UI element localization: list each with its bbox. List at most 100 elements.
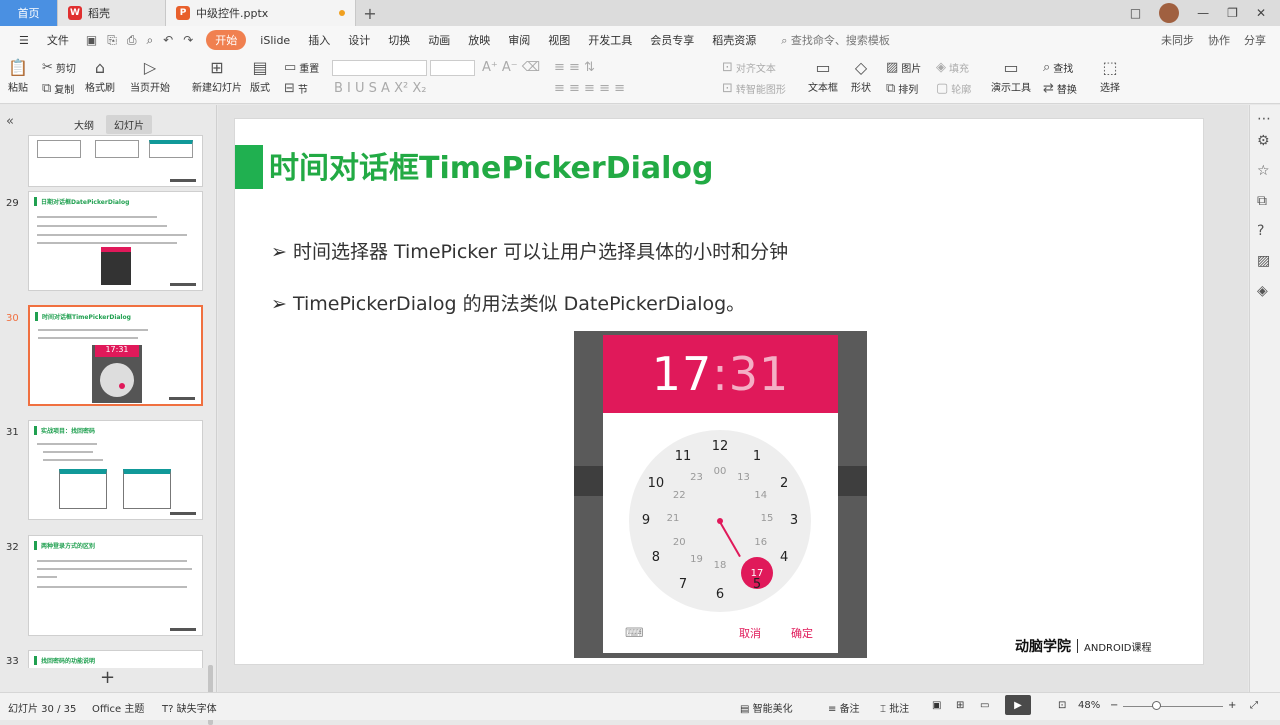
more-icon[interactable]: ⋯: [1257, 111, 1271, 127]
find-button[interactable]: ⌕ 查找: [1043, 60, 1073, 75]
sync-button[interactable]: 未同步: [1161, 32, 1194, 48]
copy-button[interactable]: ⧉ 复制: [42, 81, 74, 96]
new-tab-button[interactable]: +: [356, 0, 384, 26]
font-size-select[interactable]: [430, 60, 475, 76]
minute-text: 31: [728, 347, 790, 401]
clock-hour-9: 9: [641, 513, 651, 528]
bullet-2[interactable]: ➢ TimePickerDialog 的用法类似 DatePickerDialo…: [271, 289, 745, 316]
tab-home[interactable]: 首页: [0, 0, 58, 26]
collab-button[interactable]: 协作: [1208, 32, 1230, 48]
menu-file[interactable]: 文件: [38, 32, 78, 48]
line-spacing-icons[interactable]: ≡ ≡ ⇅: [554, 60, 595, 75]
copy-icon[interactable]: ⧉: [1257, 193, 1267, 209]
menu-member[interactable]: 会员专享: [641, 32, 703, 48]
paste-button[interactable]: 📋 粘贴: [8, 58, 28, 94]
slide-title[interactable]: 时间对话框TimePickerDialog: [269, 143, 714, 187]
arrange-button[interactable]: ⧉ 排列: [886, 81, 918, 96]
slide-thumb-29[interactable]: 日期对话框DatePickerDialog: [28, 191, 203, 291]
slide-thumb-31[interactable]: 实战项目：找回密码: [28, 420, 203, 520]
tab-slides[interactable]: 幻灯片: [106, 115, 152, 134]
menu-transition[interactable]: 切换: [379, 32, 419, 48]
slide-thumb-28[interactable]: [28, 135, 203, 187]
text-format-icons[interactable]: B I U S A X² X₂: [334, 81, 426, 96]
menu-docer[interactable]: 稻壳资源: [703, 32, 765, 48]
location-icon[interactable]: ◈: [1257, 283, 1268, 299]
font-grow-icon[interactable]: A⁺ A⁻ ⌫: [482, 60, 540, 75]
align-icons[interactable]: ≡ ≡ ≡ ≡ ≡: [554, 81, 625, 96]
print-icon[interactable]: ⎙: [127, 33, 137, 48]
notes-button[interactable]: ≡ 备注: [828, 700, 860, 715]
beautify-button[interactable]: ▤ 智能美化: [740, 700, 793, 715]
comments-label: 批注: [889, 704, 910, 715]
view-normal-icon[interactable]: ▣: [932, 700, 941, 711]
format-painter-button[interactable]: ⌂ 格式刷: [85, 58, 115, 94]
zoom-in-icon[interactable]: +: [1228, 700, 1236, 711]
menu-animation[interactable]: 动画: [419, 32, 459, 48]
export-icon[interactable]: ⎘: [107, 33, 117, 48]
save-icon[interactable]: ▣: [86, 33, 97, 48]
replace-button[interactable]: ⇄ 替换: [1043, 81, 1077, 96]
zoom-slider[interactable]: [1123, 706, 1223, 707]
undo-icon[interactable]: ↶: [163, 33, 173, 48]
layout-button[interactable]: ▤ 版式: [250, 58, 270, 94]
shape-button[interactable]: ◇ 形状: [851, 58, 871, 94]
add-slide-button[interactable]: +: [100, 667, 115, 688]
section-button[interactable]: ⊟ 节: [284, 81, 308, 96]
textbox-button[interactable]: ▭ 文本框: [808, 58, 838, 94]
avatar[interactable]: [1159, 3, 1180, 23]
collapse-icon[interactable]: «: [6, 114, 14, 129]
preview-icon[interactable]: ⌕: [146, 33, 153, 48]
view-sorter-icon[interactable]: ⊞: [956, 700, 964, 711]
select-button[interactable]: ⬚ 选择: [1100, 58, 1120, 94]
image-icon[interactable]: ▨: [1257, 253, 1270, 269]
cut-button[interactable]: ✂ 剪切: [42, 60, 76, 75]
menu-islide[interactable]: iSlide: [251, 34, 299, 47]
smart-art-button[interactable]: ⊡ 转智能图形: [722, 81, 786, 96]
menu-insert[interactable]: 插入: [299, 32, 339, 48]
share-button[interactable]: 分享: [1244, 32, 1266, 48]
missing-font-button[interactable]: T? 缺失字体: [162, 700, 217, 715]
layout-icon[interactable]: □: [1130, 6, 1141, 20]
presenter-tools-button[interactable]: ▭ 演示工具: [991, 58, 1031, 94]
fit-icon[interactable]: ⊡: [1058, 700, 1066, 711]
fit-window-icon[interactable]: ⤢: [1250, 700, 1258, 711]
play-from-current-button[interactable]: ▷ 当页开始: [130, 58, 170, 94]
tab-document[interactable]: P 中级控件.pptx: [166, 0, 356, 26]
view-reading-icon[interactable]: ▭: [980, 700, 989, 711]
close-button[interactable]: ✕: [1256, 6, 1266, 20]
menu-design[interactable]: 设计: [339, 32, 379, 48]
time-picker-screenshot[interactable]: 17:31 17 12 1 2 3 4 5 6 7 8 9 10 11 00 13 14 15 16 18 19 20…: [574, 331, 867, 658]
clock-hour-12: 12: [711, 439, 729, 454]
redo-icon[interactable]: ↷: [183, 33, 193, 48]
menu-bar: ☰ 文件 ▣ ⎘ ⎙ ⌕ ↶ ↷ 开始 iSlide 插入 设计 切换 动画 放…: [0, 26, 1280, 54]
play-button[interactable]: ▶: [1005, 695, 1031, 715]
slide-thumb-30-current[interactable]: 时间对话框TimePickerDialog 17:31: [28, 305, 203, 406]
settings-icon[interactable]: ⚙: [1257, 133, 1270, 149]
reset-button[interactable]: ▭ 重置: [284, 60, 319, 75]
font-family-select[interactable]: [332, 60, 427, 76]
restore-button[interactable]: ❐: [1227, 6, 1238, 20]
menu-developer[interactable]: 开发工具: [579, 32, 641, 48]
hamburger-icon[interactable]: ☰: [10, 34, 38, 47]
command-search[interactable]: ⌕ 查找命令、搜索模板: [765, 32, 899, 48]
picture-button[interactable]: ▨ 图片: [886, 60, 921, 75]
menu-review[interactable]: 审阅: [499, 32, 539, 48]
tab-wps[interactable]: W 稻壳: [58, 0, 166, 26]
comments-button[interactable]: ⌶ 批注: [880, 700, 909, 715]
slide-thumb-33[interactable]: 找回密码的功能说明: [28, 650, 203, 668]
bullet-1[interactable]: ➢ 时间选择器 TimePicker 可以让用户选择具体的小时和分钟: [271, 237, 788, 264]
menu-view[interactable]: 视图: [539, 32, 579, 48]
new-slide-button[interactable]: ⊞ 新建幻灯片: [192, 58, 242, 94]
menu-start[interactable]: 开始: [206, 30, 247, 50]
tab-outline[interactable]: 大纲: [66, 115, 102, 134]
star-icon[interactable]: ☆: [1257, 163, 1270, 179]
outline-button[interactable]: ▢ 轮廓: [936, 81, 971, 96]
minimize-button[interactable]: —: [1197, 6, 1209, 20]
menu-slideshow[interactable]: 放映: [459, 32, 499, 48]
help-icon[interactable]: ?: [1257, 223, 1264, 239]
align-text-button[interactable]: ⊡ 对齐文本: [722, 60, 776, 75]
slide-thumb-32[interactable]: 两种登录方式的区别: [28, 535, 203, 636]
zoom-slider-knob[interactable]: [1152, 701, 1161, 710]
fill-button[interactable]: ◈ 填充: [936, 60, 969, 75]
zoom-out-icon[interactable]: −: [1110, 700, 1118, 711]
